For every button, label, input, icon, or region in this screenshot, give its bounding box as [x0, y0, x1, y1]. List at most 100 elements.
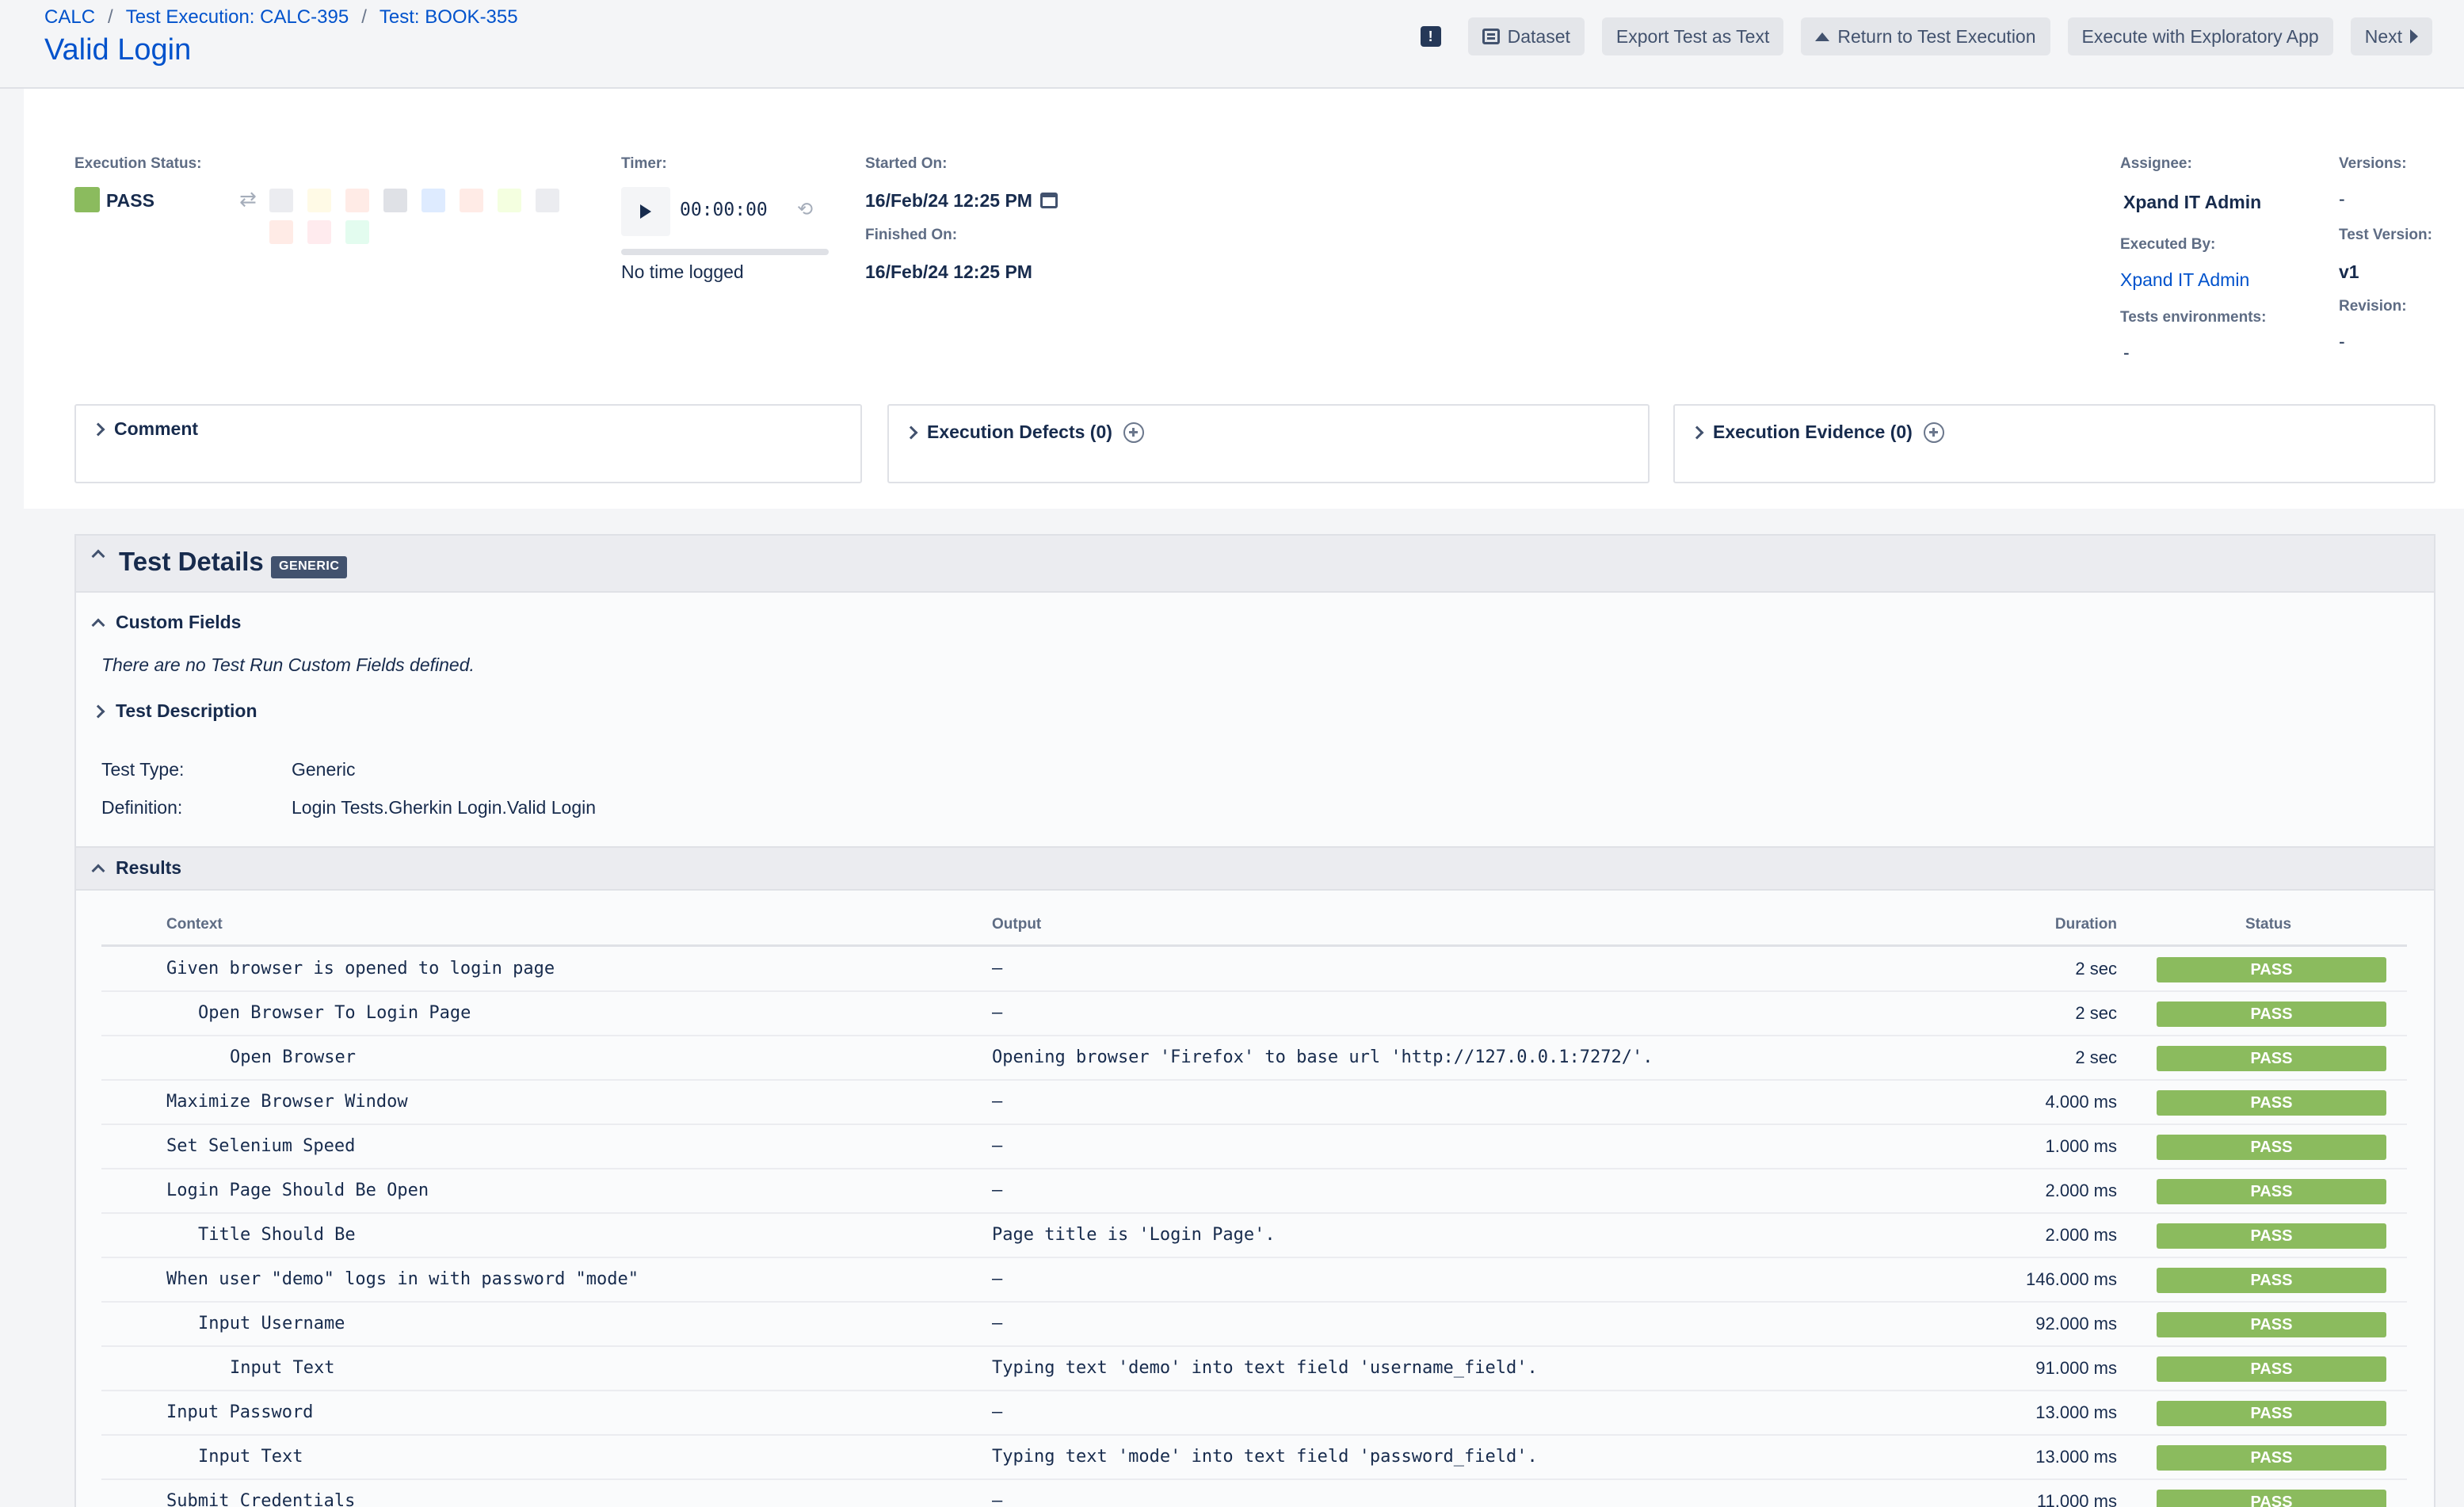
status-swatch: [74, 187, 100, 212]
row-output: Typing text 'demo' into text field 'user…: [992, 1358, 1538, 1378]
row-status-badge: PASS: [2157, 1445, 2386, 1471]
column-header-output: Output: [992, 916, 1042, 933]
feedback-button[interactable]: !: [1411, 17, 1451, 55]
column-header-status: Status: [2245, 916, 2292, 933]
assignee-value[interactable]: Xpand IT Admin: [2123, 192, 2261, 213]
status-option-chip[interactable]: [307, 220, 331, 244]
results-row: Input Text Typing text 'demo' into text f…: [101, 1347, 2407, 1391]
revision-label: Revision:: [2339, 298, 2407, 315]
row-status-badge: PASS: [2157, 1401, 2386, 1426]
row-output: Typing text 'mode' into text field 'pass…: [992, 1447, 1538, 1467]
export-test-button[interactable]: Export Test as Text: [1601, 17, 1784, 55]
page-header: CALC / Test Execution: CALC-395 / Test: …: [0, 0, 2464, 89]
row-status-badge: PASS: [2157, 1312, 2386, 1337]
test-version-value: v1: [2339, 261, 2359, 282]
row-output: –: [992, 1181, 1003, 1200]
defects-section[interactable]: Execution Defects (0): [887, 404, 1650, 483]
breadcrumb-execution-link[interactable]: Test Execution: CALC-395: [126, 6, 349, 29]
defects-header[interactable]: Execution Defects (0): [904, 422, 1144, 443]
environments-value: -: [2123, 342, 2130, 363]
export-label: Export Test as Text: [1615, 25, 1770, 47]
results-title: Results: [116, 857, 182, 878]
test-details-header[interactable]: Test Details GENERIC: [76, 536, 2434, 593]
test-type-key: Test Type:: [101, 759, 185, 780]
executed-by-link[interactable]: Xpand IT Admin: [2120, 269, 2249, 291]
row-output: Page title is 'Login Page'.: [992, 1225, 1276, 1245]
status-option-chip[interactable]: [269, 189, 293, 212]
row-context: Maximize Browser Window: [166, 1092, 408, 1112]
test-description-header[interactable]: Test Description: [91, 700, 257, 722]
custom-fields-header[interactable]: Custom Fields: [91, 612, 242, 633]
started-on-value: 16/Feb/24 12:25 PM: [865, 190, 1032, 211]
results-row: Login Page Should Be Open – 2.000 ms PASS: [101, 1169, 2407, 1214]
column-header-context: Context: [166, 916, 223, 933]
status-option-chip[interactable]: [421, 189, 445, 212]
dataset-button[interactable]: Dataset: [1467, 17, 1585, 55]
status-option-chip[interactable]: [460, 189, 483, 212]
next-label: Next: [2364, 25, 2402, 47]
row-status-badge: PASS: [2157, 1268, 2386, 1293]
results-row: Title Should Be Page title is 'Login Page…: [101, 1214, 2407, 1258]
row-duration: 2.000 ms: [2045, 1181, 2118, 1200]
row-duration: 11.000 ms: [2036, 1491, 2117, 1507]
no-custom-fields-note: There are no Test Run Custom Fields defi…: [101, 654, 475, 675]
row-context: Set Selenium Speed: [166, 1136, 356, 1156]
status-option-chip[interactable]: [345, 220, 369, 244]
custom-fields-title: Custom Fields: [116, 612, 242, 632]
next-button[interactable]: Next: [2350, 17, 2432, 55]
breadcrumb-test-link[interactable]: Test: BOOK-355: [380, 6, 518, 29]
executed-by-label: Executed By:: [2120, 236, 2216, 253]
evidence-header[interactable]: Execution Evidence (0): [1690, 422, 1944, 443]
test-type-badge: GENERIC: [271, 556, 348, 578]
status-option-chip[interactable]: [383, 189, 407, 212]
table-header-divider: [101, 944, 2407, 947]
chevron-up-icon: [91, 864, 105, 877]
add-defect-icon[interactable]: [1123, 422, 1144, 443]
row-duration: 1.000 ms: [2045, 1136, 2118, 1156]
status-option-chip[interactable]: [307, 189, 331, 212]
status-option-chip[interactable]: [498, 189, 521, 212]
row-context: Title Should Be: [198, 1225, 356, 1245]
row-status-badge: PASS: [2157, 1179, 2386, 1204]
evidence-section[interactable]: Execution Evidence (0): [1673, 404, 2435, 483]
comment-section[interactable]: Comment: [74, 404, 862, 483]
finished-on-label: Finished On:: [865, 227, 958, 243]
timer-value: 00:00:00: [680, 200, 768, 220]
no-time-logged: No time logged: [621, 261, 744, 282]
row-duration: 4.000 ms: [2045, 1092, 2118, 1112]
row-context: Input Text: [230, 1358, 335, 1378]
return-to-execution-button[interactable]: Return to Test Execution: [1801, 17, 2050, 55]
status-option-chip[interactable]: [345, 189, 369, 212]
status-option-chip[interactable]: [269, 220, 293, 244]
row-status-badge: PASS: [2157, 1001, 2386, 1027]
results-row: Input Text Typing text 'mode' into text f…: [101, 1436, 2407, 1480]
execution-status-label: Execution Status:: [74, 155, 202, 172]
row-output: –: [992, 1003, 1003, 1023]
evidence-title: Execution Evidence (0): [1713, 422, 1913, 442]
execution-status-value[interactable]: PASS: [106, 190, 154, 212]
exploratory-app-button[interactable]: Execute with Exploratory App: [2067, 17, 2333, 55]
row-status-badge: PASS: [2157, 1090, 2386, 1116]
row-output: –: [992, 959, 1003, 979]
reset-icon[interactable]: ⟲: [797, 198, 813, 221]
row-duration: 91.000 ms: [2035, 1358, 2117, 1378]
row-output: –: [992, 1269, 1003, 1289]
swap-icon[interactable]: ⇄: [239, 187, 257, 212]
definition-key: Definition:: [101, 797, 183, 818]
row-status-badge: PASS: [2157, 1490, 2386, 1507]
status-option-chip[interactable]: [536, 189, 559, 212]
comment-header[interactable]: Comment: [91, 418, 198, 440]
row-duration: 13.000 ms: [2035, 1402, 2117, 1422]
row-output: Opening browser 'Firefox' to base url 'h…: [992, 1047, 1653, 1067]
versions-label: Versions:: [2339, 155, 2407, 172]
results-header[interactable]: Results: [76, 846, 2434, 891]
add-evidence-icon[interactable]: [1923, 422, 1944, 443]
arrow-right-icon: [2410, 29, 2418, 44]
breadcrumb-project-link[interactable]: CALC: [44, 6, 95, 29]
calendar-icon[interactable]: [1039, 193, 1058, 208]
dataset-label: Dataset: [1507, 25, 1570, 47]
page-title: Valid Login: [44, 33, 192, 67]
row-context: Input Text: [198, 1447, 303, 1467]
timer-play-button[interactable]: [621, 187, 670, 236]
started-on-label: Started On:: [865, 155, 948, 172]
